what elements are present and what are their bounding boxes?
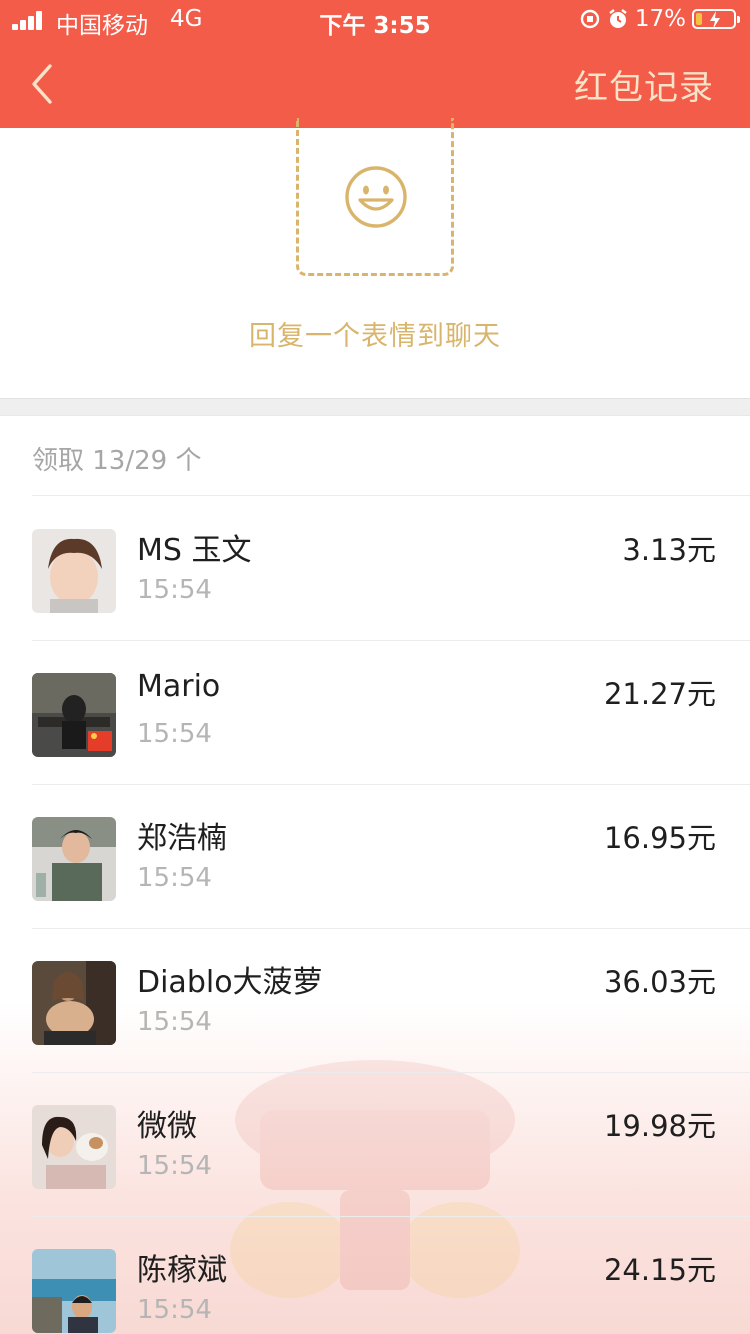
sender-name: MS 玉文 — [137, 533, 252, 568]
claim-amount: 24.15元 — [603, 1253, 716, 1287]
claim-time: 15:54 — [137, 1151, 212, 1181]
claim-time: 15:54 — [137, 719, 212, 749]
avatar[interactable] — [32, 529, 116, 613]
list-item[interactable]: MS 玉文 15:54 3.13元 — [0, 497, 750, 641]
claim-amount: 3.13元 — [622, 533, 716, 567]
claim-amount: 21.27元 — [603, 677, 716, 711]
avatar[interactable] — [32, 1249, 116, 1333]
orientation-lock-icon — [579, 8, 601, 30]
alarm-clock-icon — [607, 8, 629, 30]
claim-time: 15:54 — [137, 863, 212, 893]
sender-name: 陈稼斌 — [137, 1253, 227, 1288]
list-item[interactable]: Diablo大菠萝 15:54 36.03元 — [0, 929, 750, 1073]
sender-name: 郑浩楠 — [137, 821, 227, 856]
back-button[interactable] — [22, 58, 66, 110]
status-icons: 17% — [579, 6, 740, 32]
list-item[interactable]: Mario 15:54 21.27元 — [0, 641, 750, 785]
claim-time: 15:54 — [137, 1007, 212, 1037]
claim-amount: 16.95元 — [603, 821, 716, 855]
reply-emoji-hint[interactable]: 回复一个表情到聊天 — [0, 314, 750, 353]
claim-amount: 36.03元 — [603, 965, 716, 999]
sender-name: 微微 — [137, 1109, 197, 1144]
list-item[interactable]: 郑浩楠 15:54 16.95元 — [0, 785, 750, 929]
sender-name: Mario — [137, 669, 221, 704]
chevron-left-icon — [32, 64, 52, 104]
list-divider — [32, 495, 750, 496]
avatar[interactable] — [32, 817, 116, 901]
battery-fill — [696, 13, 702, 25]
smiley-icon — [345, 166, 407, 228]
list-item[interactable]: 陈稼斌 15:54 24.15元 — [0, 1217, 750, 1334]
battery-icon — [692, 9, 740, 29]
red-packet-records-link[interactable]: 红包记录 — [574, 60, 714, 109]
header-bar: 中国移动 4G 下午 3:55 17% 红包记录 — [0, 0, 750, 128]
status-bar: 中国移动 4G 下午 3:55 17% — [0, 0, 750, 42]
list-item[interactable]: 微微 15:54 19.98元 — [0, 1073, 750, 1217]
claim-count: 领取 13/29 个 — [32, 446, 202, 476]
sender-name: Diablo大菠萝 — [137, 965, 323, 1000]
claim-time: 15:54 — [137, 575, 212, 605]
avatar[interactable] — [32, 673, 116, 757]
claim-time: 15:54 — [137, 1295, 212, 1325]
battery-percent: 17% — [634, 6, 686, 32]
section-divider — [0, 398, 750, 416]
avatar[interactable] — [32, 1105, 116, 1189]
emoji-reply-button[interactable] — [296, 118, 454, 276]
claim-amount: 19.98元 — [603, 1109, 716, 1143]
avatar[interactable] — [32, 961, 116, 1045]
